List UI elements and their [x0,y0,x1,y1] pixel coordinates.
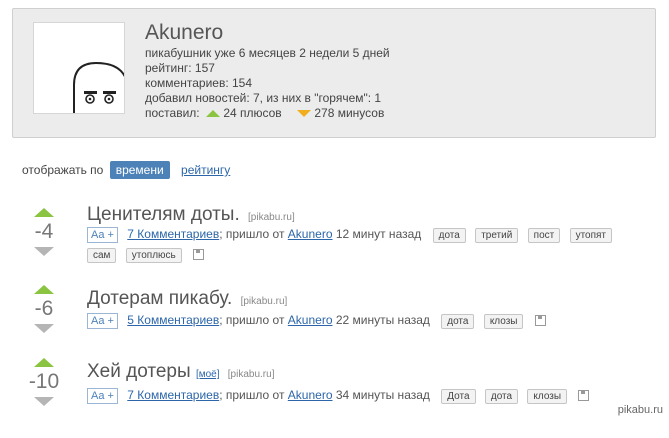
voted-label: поставил: [145,106,200,120]
watermark: pikabu.ru [617,404,663,416]
plus-count: 24 плюсов [223,106,282,120]
vote-block: -6 [28,285,60,333]
story-tags-row: сам утоплюсь [81,247,205,263]
story-score: -6 [34,297,54,320]
save-icon[interactable] [578,390,590,402]
story-title-row: Хей дотеры [моё] [pikabu.ru] [87,361,274,383]
tag[interactable]: клозы [527,389,568,404]
minus-count: 278 минусов [314,106,385,120]
story-meta: Aa + 7 Комментариев; пришло от Akunero 3… [87,388,590,404]
tag[interactable]: дота [432,228,466,243]
tag[interactable]: пост [527,228,561,243]
story-item: -4 Ценителям доты. [pikabu.ru] Aa + 7 Ко… [0,204,669,285]
tag[interactable]: третий [475,228,519,243]
profile-username: Akunero [145,21,224,44]
story-source: [pikabu.ru] [248,212,295,223]
story-meta: Aa + 7 Комментариев; пришло от Akunero 1… [87,227,613,243]
minus-icon [297,110,312,118]
author-link[interactable]: Akunero [288,313,333,327]
story-title[interactable]: Ценителям доты. [87,204,240,225]
author-link[interactable]: Akunero [288,388,333,402]
font-size-button[interactable]: Aa + [87,227,118,243]
sort-by-rating-link[interactable]: рейтингу [181,163,230,177]
story-score: -10 [28,370,60,393]
comments-link[interactable]: 7 Комментариев [127,227,219,241]
avatar-face-icon [73,61,124,113]
profile-card: Akunero пикабушник уже 6 месяцев 2 недел… [12,8,656,138]
profile-news: добавил новостей: 7, из них в "горячем":… [145,91,382,105]
story-time: 22 минуты назад [335,313,430,327]
story-mine-link[interactable]: [моё] [196,369,220,380]
story-item: -10 Хей дотеры [моё] [pikabu.ru] Aa + 7 … [0,358,669,438]
story-meta: Aa + 5 Комментариев; пришло от Akunero 2… [87,313,546,329]
tag[interactable]: дота [441,314,475,329]
font-size-button[interactable]: Aa + [87,313,118,329]
story-title[interactable]: Хей дотеры [87,361,191,382]
tag[interactable]: дота [484,389,519,404]
story-item: -6 Дотерам пикабу. [pikabu.ru] Aa + 5 Ко… [0,285,669,365]
story-score: -4 [34,220,54,243]
profile-age: пикабушник уже 6 месяцев 2 недели 5 дней [145,46,390,60]
tag[interactable]: клозы [483,314,524,329]
comments-link[interactable]: 7 Комментариев [127,388,219,402]
tag[interactable]: утопят [569,228,613,243]
vote-down-icon[interactable] [34,397,54,406]
story-source: [pikabu.ru] [240,296,288,307]
font-size-button[interactable]: Aa + [87,388,118,404]
tag[interactable]: сам [87,248,117,263]
sort-by-time-button[interactable]: времени [109,161,170,179]
vote-block: -10 [28,358,60,406]
profile-info: Akunero пикабушник уже 6 месяцев 2 недел… [145,20,390,121]
vote-down-icon[interactable] [34,247,54,256]
story-time: 34 минуты назад [335,388,430,402]
author-link[interactable]: Akunero [288,227,333,241]
vote-up-icon[interactable] [34,208,54,217]
vote-up-icon[interactable] [34,358,54,367]
story-title-row: Дотерам пикабу. [pikabu.ru] [87,288,287,310]
posted-by-label: ; пришло от [219,388,285,402]
sort-label: отображать по [22,163,104,177]
posted-by-label: ; пришло от [219,227,285,241]
story-time: 12 минут назад [335,227,422,241]
vote-down-icon[interactable] [34,324,54,333]
save-icon[interactable] [193,249,205,261]
story-title-row: Ценителям доты. [pikabu.ru] [87,204,295,226]
plus-icon [205,110,220,118]
profile-rating: рейтинг: 157 [145,61,215,75]
story-title[interactable]: Дотерам пикабу. [87,288,232,309]
profile-comments: комментариев: 154 [145,76,253,90]
profile-votes: поставил: 24 плюсов 278 минусов [145,106,390,121]
sort-bar: отображать по времени рейтингу [22,161,230,179]
avatar[interactable] [33,22,125,114]
vote-up-icon[interactable] [34,285,54,294]
posted-by-label: ; пришло от [219,313,285,327]
save-icon[interactable] [534,315,546,327]
tag[interactable]: утоплюсь [125,248,182,263]
tag[interactable]: Дота [441,389,476,404]
story-source: [pikabu.ru] [227,369,275,380]
vote-block: -4 [28,208,60,256]
comments-link[interactable]: 5 Комментариев [127,313,219,327]
